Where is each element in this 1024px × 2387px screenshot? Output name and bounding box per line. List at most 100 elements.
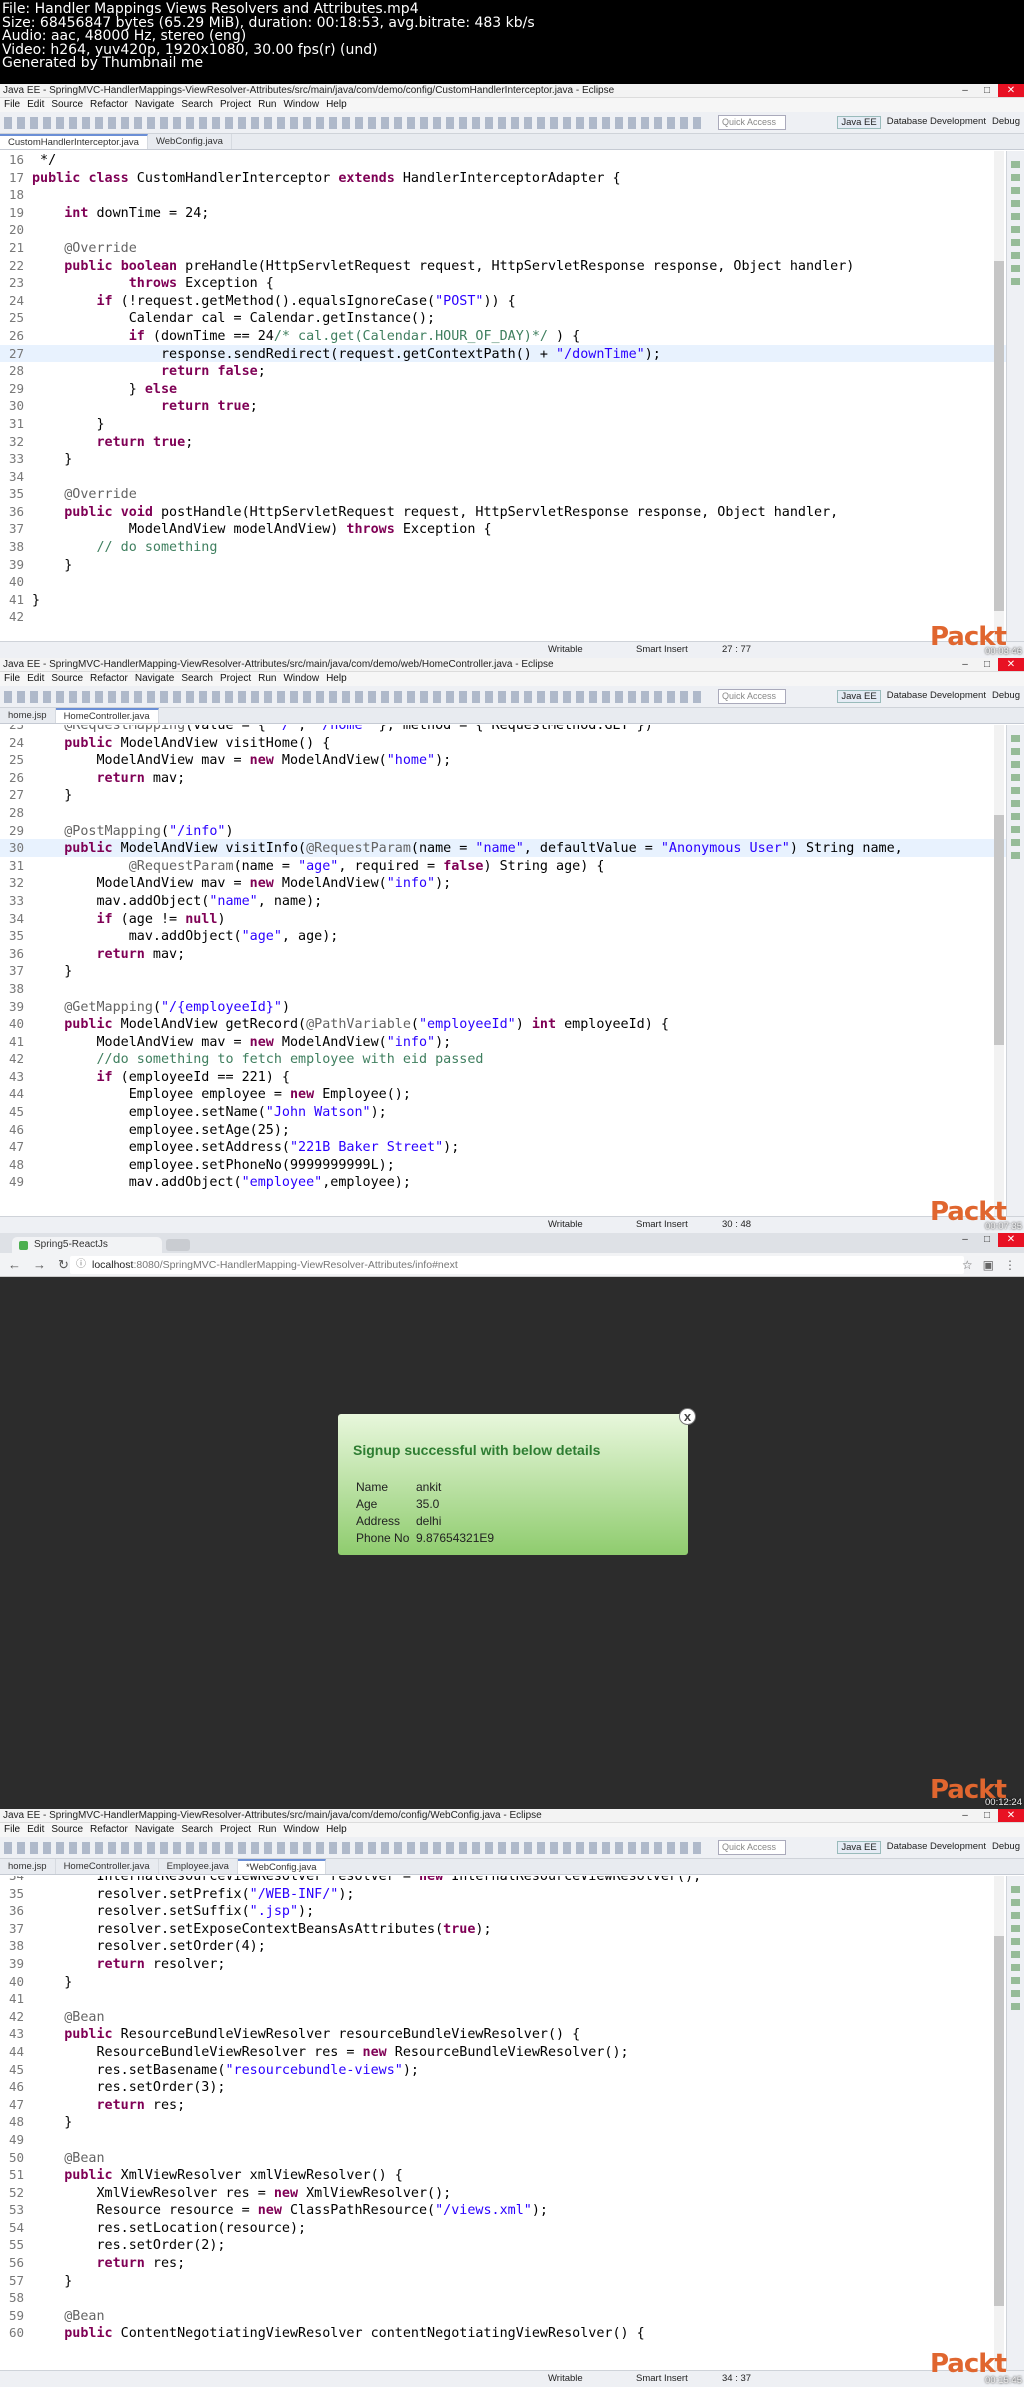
menu-item-file[interactable]: File xyxy=(4,98,20,112)
perspective-debug[interactable]: Debug xyxy=(992,116,1020,129)
menu-item-source[interactable]: Source xyxy=(51,672,83,686)
menu-item-refactor[interactable]: Refactor xyxy=(90,98,128,112)
perspective-database[interactable]: Database Development xyxy=(887,690,986,703)
menu-item-help[interactable]: Help xyxy=(326,672,347,686)
menu-item-search[interactable]: Search xyxy=(181,98,213,112)
perspective-debug[interactable]: Debug xyxy=(992,690,1020,703)
maximize-icon[interactable]: □ xyxy=(976,1233,998,1247)
toolbar-icons[interactable] xyxy=(4,691,704,703)
line-number: 25 xyxy=(8,310,24,326)
menu-icon[interactable]: ⋮ xyxy=(1004,1258,1016,1272)
star-icon[interactable]: ☆ xyxy=(962,1258,973,1272)
info-line: Generated by Thumbnail me xyxy=(2,55,204,71)
code-editor[interactable]: 23 @RequestMapping(value = { "/", "/home… xyxy=(0,725,1024,1216)
menu-item-source[interactable]: Source xyxy=(51,98,83,112)
menu-item-project[interactable]: Project xyxy=(220,672,251,686)
menu-item-file[interactable]: File xyxy=(4,1823,20,1837)
menu-item-window[interactable]: Window xyxy=(283,672,319,686)
extension-icon[interactable]: ▣ xyxy=(983,1258,994,1272)
menu-item-run[interactable]: Run xyxy=(258,1823,276,1837)
window-title-text: Java EE - SpringMVC-HandlerMapping-ViewR… xyxy=(3,659,554,670)
line-text: } xyxy=(32,1974,73,1990)
perspective-java-ee[interactable]: Java EE xyxy=(837,116,881,129)
menu-item-source[interactable]: Source xyxy=(51,1823,83,1837)
modal-close-button[interactable]: x xyxy=(679,1408,696,1425)
line-text: } xyxy=(32,416,105,432)
code-line: 19 int downTime = 24; xyxy=(0,204,1024,222)
quick-access-input[interactable]: Quick Access xyxy=(718,115,786,130)
line-number: 31 xyxy=(8,857,24,873)
browser-tab[interactable]: Spring5-ReactJs xyxy=(12,1237,162,1253)
menu-item-window[interactable]: Window xyxy=(283,98,319,112)
toolbar-icons[interactable] xyxy=(4,1842,704,1854)
code-line: 35 @Override xyxy=(0,485,1024,503)
forward-icon[interactable]: → xyxy=(33,1257,46,1273)
code-editor[interactable]: 16 */17 public class CustomHandlerInterce… xyxy=(0,151,1024,641)
perspective-debug[interactable]: Debug xyxy=(992,1841,1020,1854)
menu-item-project[interactable]: Project xyxy=(220,1823,251,1837)
menu-item-search[interactable]: Search xyxy=(181,1823,213,1837)
line-text: ModelAndView modelAndView) throws Except… xyxy=(32,522,492,538)
tab-home-jsp[interactable]: home.jsp xyxy=(0,708,56,723)
line-number: 46 xyxy=(8,1121,24,1137)
maximize-icon[interactable]: □ xyxy=(976,1809,998,1822)
line-text: res.setLocation(resource); xyxy=(32,2220,307,2236)
menu-item-search[interactable]: Search xyxy=(181,672,213,686)
url-field[interactable]: localhost:8080/SpringMVC-HandlerMapping-… xyxy=(70,1256,964,1274)
close-icon[interactable]: ✕ xyxy=(998,84,1024,97)
tab-webconfig[interactable]: *WebConfig.java xyxy=(237,1859,326,1874)
tab-employee[interactable]: Employee.java xyxy=(159,1859,238,1874)
menu-item-edit[interactable]: Edit xyxy=(27,672,44,686)
code-line: 23 @RequestMapping(value = { "/", "/home… xyxy=(0,725,1024,734)
new-tab-button[interactable] xyxy=(166,1239,190,1251)
close-icon[interactable]: ✕ xyxy=(998,1233,1024,1247)
scrollbar-thumb[interactable] xyxy=(994,261,1004,611)
quick-access-input[interactable]: Quick Access xyxy=(718,1840,786,1855)
perspective-database[interactable]: Database Development xyxy=(887,1841,986,1854)
menu-item-edit[interactable]: Edit xyxy=(27,98,44,112)
tab-customhandlerinterceptor[interactable]: CustomHandlerInterceptor.java xyxy=(0,134,148,149)
scrollbar-thumb[interactable] xyxy=(994,1936,1004,2306)
menu-item-refactor[interactable]: Refactor xyxy=(90,672,128,686)
quick-access-input[interactable]: Quick Access xyxy=(718,689,786,704)
minimize-icon[interactable]: – xyxy=(954,658,976,671)
back-icon[interactable]: ← xyxy=(8,1257,21,1273)
menu-item-edit[interactable]: Edit xyxy=(27,1823,44,1837)
maximize-icon[interactable]: □ xyxy=(976,658,998,671)
window-title: Java EE - SpringMVC-HandlerMapping-ViewR… xyxy=(0,1809,1024,1823)
perspective-java-ee[interactable]: Java EE xyxy=(837,690,881,703)
code-line: 28 xyxy=(0,804,1024,822)
minimize-icon[interactable]: – xyxy=(954,1233,976,1247)
close-icon[interactable]: ✕ xyxy=(998,658,1024,671)
perspective-java-ee[interactable]: Java EE xyxy=(837,1841,881,1854)
status-insert-mode: Smart Insert xyxy=(636,2373,688,2384)
detail-value: ankit xyxy=(416,1480,442,1494)
menu-item-help[interactable]: Help xyxy=(326,1823,347,1837)
toolbar-icons[interactable] xyxy=(4,117,704,129)
menu-item-navigate[interactable]: Navigate xyxy=(135,672,174,686)
menu-item-run[interactable]: Run xyxy=(258,672,276,686)
close-icon[interactable]: ✕ xyxy=(998,1809,1024,1822)
minimize-icon[interactable]: – xyxy=(954,84,976,97)
menu-item-file[interactable]: File xyxy=(4,672,20,686)
menu-item-project[interactable]: Project xyxy=(220,98,251,112)
reload-icon[interactable]: ↻ xyxy=(58,1257,69,1273)
code-editor[interactable]: 34 InternalResourceViewResolver resolver… xyxy=(0,1876,1024,2370)
scrollbar-thumb[interactable] xyxy=(994,815,1004,1045)
minimize-icon[interactable]: – xyxy=(954,1809,976,1822)
tab-home-jsp[interactable]: home.jsp xyxy=(0,1859,56,1874)
menu-item-window[interactable]: Window xyxy=(283,1823,319,1837)
menu-item-run[interactable]: Run xyxy=(258,98,276,112)
menu-item-navigate[interactable]: Navigate xyxy=(135,1823,174,1837)
line-text: } else xyxy=(32,381,178,397)
code-line: 16 */ xyxy=(0,151,1024,169)
tab-webconfig[interactable]: WebConfig.java xyxy=(148,134,232,149)
menu-item-help[interactable]: Help xyxy=(326,98,347,112)
maximize-icon[interactable]: □ xyxy=(976,84,998,97)
perspective-database[interactable]: Database Development xyxy=(887,116,986,129)
tab-homecontroller[interactable]: HomeController.java xyxy=(56,1859,159,1874)
menu-item-navigate[interactable]: Navigate xyxy=(135,98,174,112)
tab-homecontroller[interactable]: HomeController.java xyxy=(55,708,159,723)
menu-item-refactor[interactable]: Refactor xyxy=(90,1823,128,1837)
line-text: public ModelAndView getRecord(@PathVaria… xyxy=(64,1017,669,1033)
